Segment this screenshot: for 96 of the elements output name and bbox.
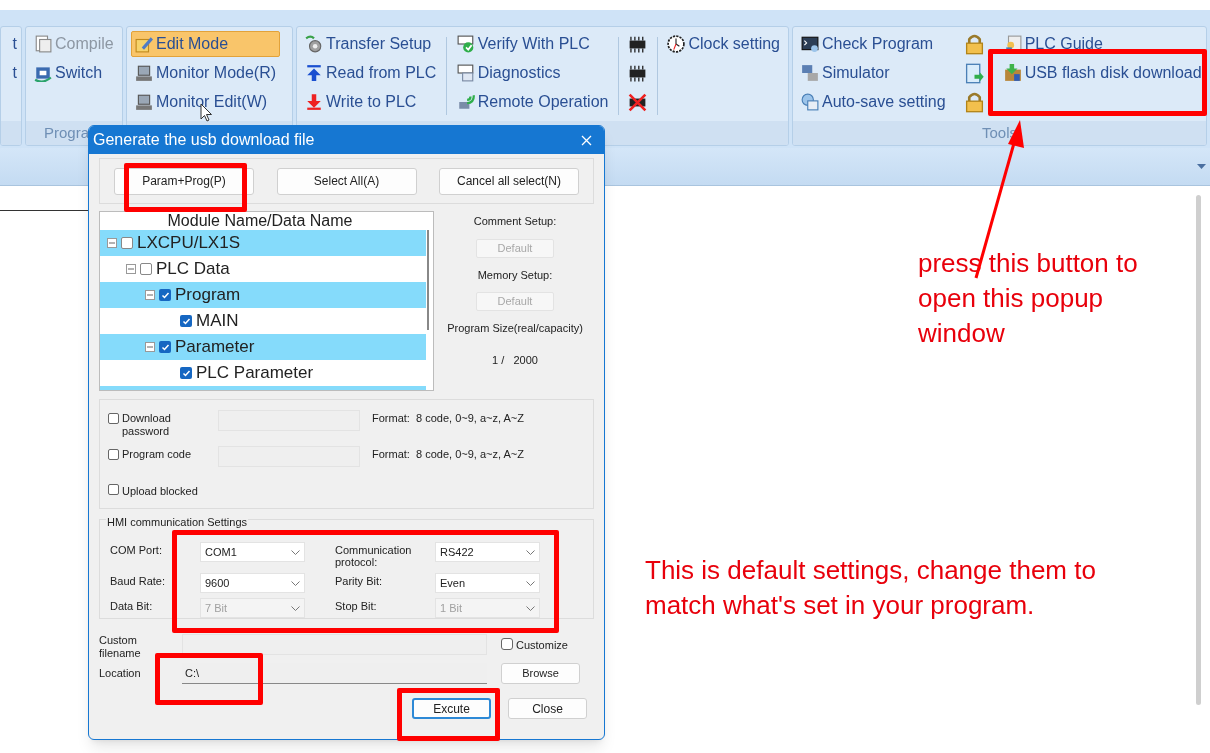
field-label: Data Bit: xyxy=(110,599,153,612)
ribbon-button[interactable]: Monitor Edit(W) xyxy=(131,89,281,115)
checkbox-label: Customize xyxy=(516,638,568,653)
computer-icon xyxy=(801,64,819,82)
ribbon-button[interactable]: PLC Guide xyxy=(999,31,1206,57)
column-header: Module Name/Data Name xyxy=(166,212,354,230)
dropdown-caret-icon[interactable] xyxy=(1197,164,1206,170)
dialog-button[interactable]: Excute xyxy=(412,698,491,719)
format-hint: Format: 8 code, 0~9, a~z, A~Z xyxy=(372,411,524,426)
field-label: Parity Bit: xyxy=(335,574,383,587)
checkbox-label: Upload blocked xyxy=(122,485,199,498)
ribbon-button[interactable]: t xyxy=(8,60,21,86)
ribbon-button[interactable]: Switch xyxy=(30,60,118,86)
ribbon-button[interactable]: Edit Mode xyxy=(131,31,281,57)
tree-item[interactable]: MAIN xyxy=(196,308,239,334)
document-icon xyxy=(34,35,52,53)
lock-icon xyxy=(964,91,986,113)
dropdown[interactable]: Even xyxy=(435,573,540,593)
dialog-button[interactable]: Cancel all select(N) xyxy=(439,167,579,195)
collapse-icon[interactable] xyxy=(107,238,117,248)
arrow-up-icon xyxy=(305,64,323,82)
dropdown[interactable]: RS422 xyxy=(435,542,540,562)
field-label: COM Port: xyxy=(110,543,162,556)
ribbon-button[interactable]: Verify With PLC xyxy=(452,31,613,57)
scrollbar[interactable] xyxy=(1196,195,1201,705)
checkbox[interactable] xyxy=(180,367,192,379)
checkbox[interactable] xyxy=(108,413,119,424)
ribbon-button[interactable]: Remote Operation xyxy=(452,89,613,115)
checkbox[interactable] xyxy=(140,263,152,275)
checkbox-label: Download password xyxy=(122,412,172,438)
dialog-button[interactable]: Select All(A) xyxy=(276,167,417,195)
check-badge-icon xyxy=(456,35,475,53)
terminal-icon xyxy=(801,35,819,53)
checkbox-label: Program code xyxy=(122,448,193,461)
ribbon-button[interactable]: Clock setting xyxy=(663,31,784,57)
ribbon-button[interactable]: Check Program xyxy=(797,31,950,57)
chart-document-icon xyxy=(456,64,475,82)
chevron-down-icon xyxy=(291,605,300,611)
annotation-text: This is default settings, change them to match what's set in your program. xyxy=(645,554,1097,622)
format-hint: Format: 8 code, 0~9, a~z, A~Z xyxy=(372,447,524,462)
ribbon-button[interactable]: Simulator xyxy=(797,60,950,86)
clock-icon xyxy=(667,35,686,53)
close-icon xyxy=(580,134,592,146)
collapse-icon[interactable] xyxy=(126,264,136,274)
dialog-button[interactable]: Close xyxy=(508,698,587,719)
window-title: Generate the usb download file xyxy=(93,130,315,150)
field-label: Stop Bit: xyxy=(335,599,377,612)
tree-item[interactable]: PLC Data xyxy=(156,256,230,282)
collapse-icon[interactable] xyxy=(145,342,155,352)
checkbox[interactable] xyxy=(501,638,513,650)
document-arrow-icon xyxy=(964,62,986,84)
group-label: Progra xyxy=(44,122,90,143)
collapse-icon[interactable] xyxy=(145,290,155,300)
save-icon xyxy=(801,93,819,111)
dropdown[interactable]: 9600 xyxy=(200,573,305,593)
ribbon-button[interactable]: Transfer Setup xyxy=(301,31,441,57)
setting-label: Comment Setup: xyxy=(473,214,557,229)
field-label: Location xyxy=(99,666,142,682)
ribbon-button[interactable]: Monitor Mode(R) xyxy=(131,60,281,86)
chevron-down-icon xyxy=(291,549,300,555)
ribbon-button[interactable]: Auto-save setting xyxy=(797,89,950,115)
dropdown[interactable]: COM1 xyxy=(200,542,305,562)
gear-icon xyxy=(305,35,323,53)
ribbon-button[interactable]: USB flash disk download xyxy=(999,60,1206,86)
arrow-down-icon xyxy=(305,93,323,111)
ribbon-button[interactable]: Diagnostics xyxy=(452,60,613,86)
swap-icon xyxy=(34,64,52,82)
pencil-icon xyxy=(135,35,153,53)
ribbon-button[interactable]: t xyxy=(8,31,21,57)
tree-item[interactable]: PLC Parameter xyxy=(196,360,314,386)
box-arrow-icon xyxy=(1003,64,1022,82)
field-label: Communication protocol: xyxy=(335,543,413,568)
scrollbar[interactable] xyxy=(427,230,429,330)
setting-label: Program Size(real/capacity) xyxy=(447,321,583,336)
field-label: Custom filename xyxy=(99,634,142,660)
crossed-chip-icon xyxy=(627,91,649,113)
ribbon-button[interactable]: Read from PLC xyxy=(301,60,441,86)
chevron-down-icon xyxy=(526,605,535,611)
ribbon-button[interactable]: Write to PLC xyxy=(301,89,441,115)
chevron-down-icon xyxy=(526,549,535,555)
lock-icon xyxy=(964,33,986,55)
checkbox[interactable] xyxy=(121,237,133,249)
checkbox[interactable] xyxy=(108,449,119,460)
browse-button[interactable]: Browse xyxy=(501,663,580,684)
checkbox[interactable] xyxy=(108,484,119,495)
chevron-down-icon xyxy=(291,580,300,586)
checkbox[interactable] xyxy=(159,341,171,353)
program-size-value: 1 / 2000 xyxy=(492,352,538,368)
signal-icon xyxy=(456,93,475,111)
field-label: Baud Rate: xyxy=(110,574,166,587)
chevron-down-icon xyxy=(526,580,535,586)
monitor-icon xyxy=(135,93,153,111)
checkbox[interactable] xyxy=(159,289,171,301)
monitor-icon xyxy=(135,64,153,82)
setting-label: Memory Setup: xyxy=(477,267,553,283)
checkbox[interactable] xyxy=(180,315,192,327)
